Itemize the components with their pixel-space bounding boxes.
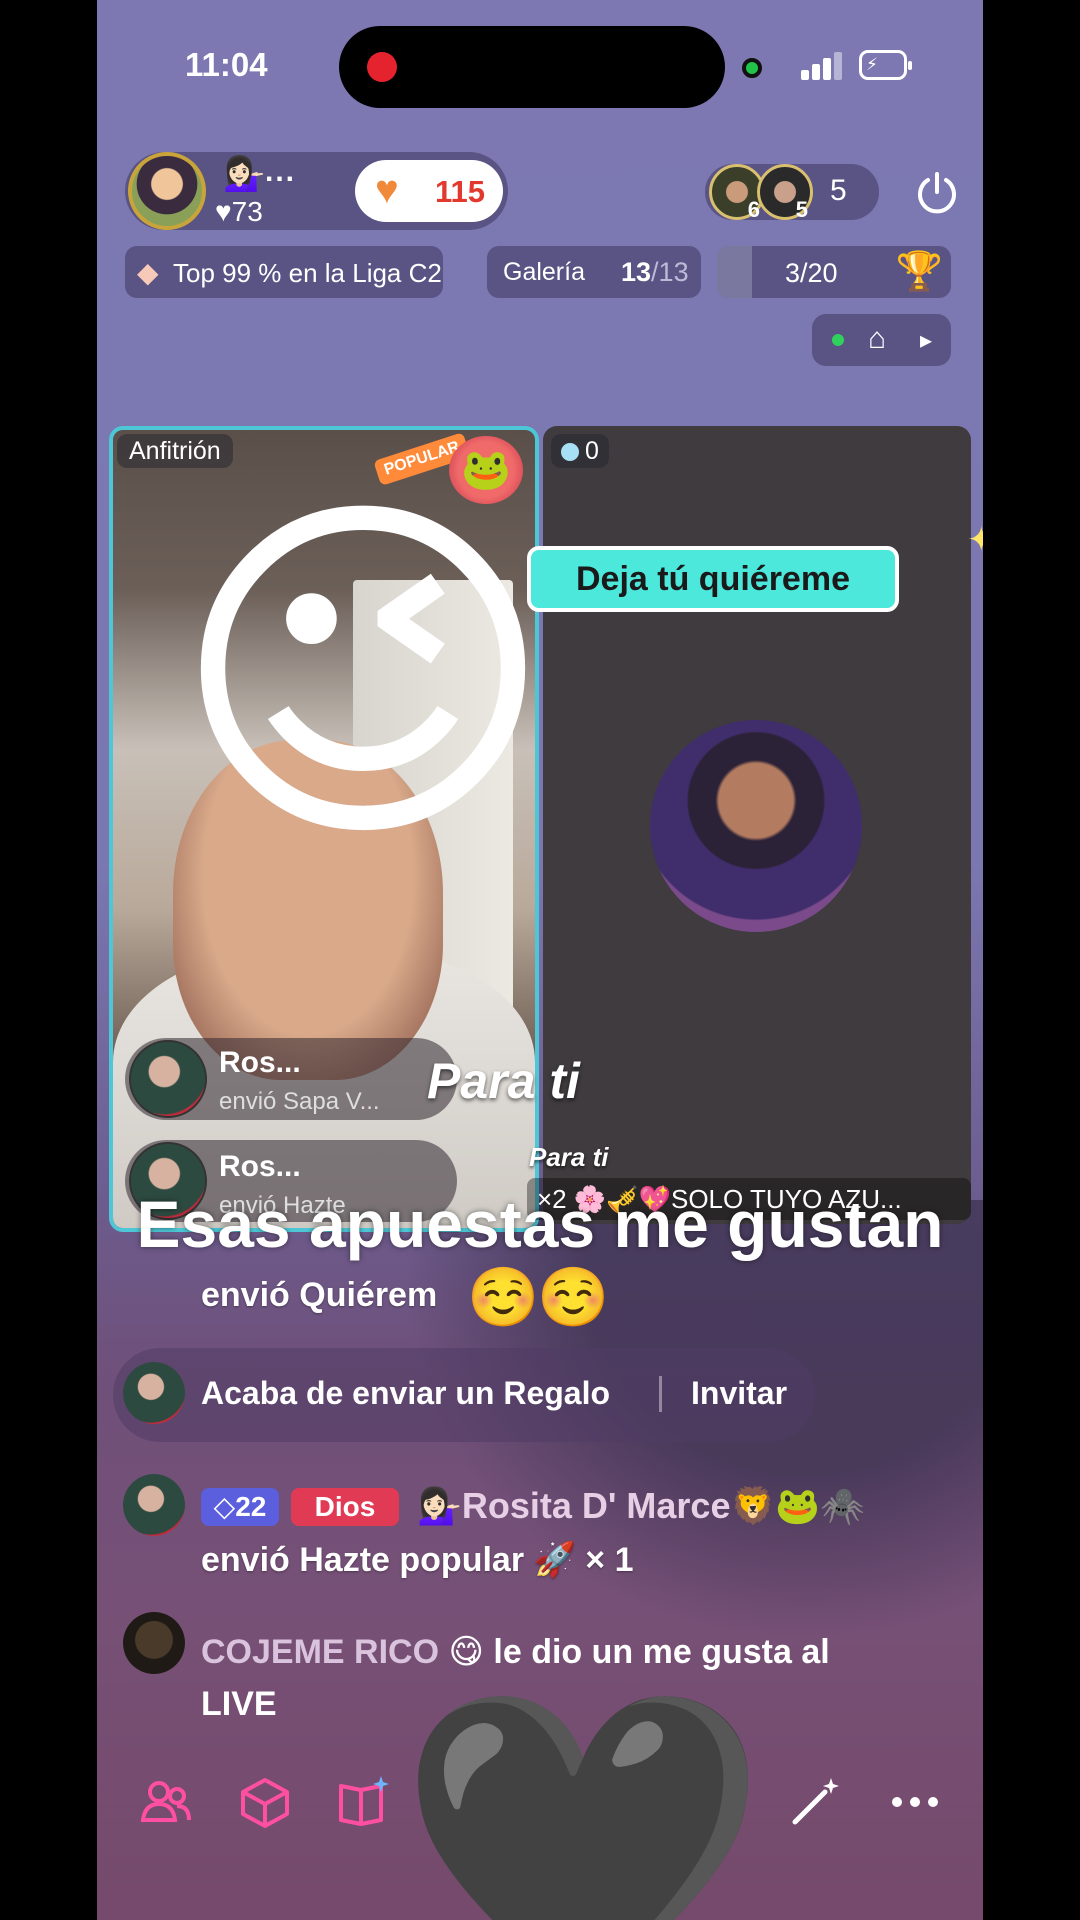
invite-avatar[interactable] xyxy=(123,1362,185,1424)
smiling-emoji-icon: ☺️ xyxy=(467,1265,540,1330)
trophy-icon: 🏆 xyxy=(895,251,943,293)
gallery-count: 13/13 xyxy=(621,257,689,287)
fan-badge: Dios xyxy=(291,1488,399,1526)
host-avatar[interactable] xyxy=(128,152,206,230)
gift-sender-avatar[interactable] xyxy=(129,1040,207,1118)
gallery-label: Galería xyxy=(503,258,585,286)
recording-dot-icon xyxy=(367,52,397,82)
host-label: Anfitrión xyxy=(117,434,233,468)
online-dot-icon xyxy=(832,334,844,346)
like-button[interactable]: ♥ 115 xyxy=(355,160,503,222)
para-ti-label: Para ti xyxy=(427,1053,580,1109)
play-arrow-icon: ▸ xyxy=(920,327,933,354)
gallery-pill[interactable]: Galería 13/13 xyxy=(487,246,701,298)
host-emoji-icon: 💁🏻‍♀️ xyxy=(223,155,266,193)
gift-description: envió Sapa V... xyxy=(219,1088,380,1115)
viewer-avatar[interactable]: 5 xyxy=(757,164,813,222)
chat-avatar[interactable] xyxy=(123,1474,185,1536)
gift-sender-name: Ros... xyxy=(219,1150,301,1183)
chat-username[interactable]: 💁🏻‍♀️Rosita D' Marce🦁🐸🕷️ xyxy=(417,1485,865,1527)
more-icon[interactable] xyxy=(887,1774,943,1830)
home-icon: ⌂ xyxy=(868,322,887,355)
chat-avatar[interactable] xyxy=(123,1612,185,1674)
video-caption: Esas apuestas me gustan xyxy=(136,1187,944,1261)
camera-indicator-icon xyxy=(742,58,762,78)
invite-divider xyxy=(659,1376,662,1412)
magic-wand-icon[interactable] xyxy=(787,1774,843,1830)
gift-sender-name: Ros... xyxy=(219,1046,301,1079)
wink-emoji-sticker-icon: 😉 xyxy=(170,469,556,882)
viewer-count: 5 xyxy=(830,174,847,207)
chat-message: envió Hazte popular 🚀 × 1 xyxy=(201,1541,634,1579)
room-control-pill[interactable]: ⌂ ▸ xyxy=(812,314,951,366)
battery-icon: ⚡ xyxy=(859,50,912,80)
invite-text: Acaba de enviar un Regalo xyxy=(201,1375,611,1411)
smiling-emoji-icon: ☺️ xyxy=(537,1265,610,1330)
cellular-signal-icon xyxy=(801,50,842,80)
viewer-rank-badge: 5 xyxy=(795,197,808,222)
live-stream-screen: 11:04 ⚡ 💁🏻‍♀️ ... ♥73 ♥ 115 6 5 5 ◆ Top … xyxy=(97,0,983,1920)
cube-icon[interactable] xyxy=(237,1774,293,1830)
battery-charging-glyph: ⚡ xyxy=(866,55,878,74)
invite-button[interactable]: Invitar xyxy=(691,1375,787,1412)
like-count: 115 xyxy=(435,174,486,209)
diamond-icon: ◆ xyxy=(137,257,159,288)
sparkle-icon: ✦ xyxy=(967,521,983,559)
chat-username[interactable]: COJEME RICO xyxy=(201,1633,439,1671)
heart-icon: ♥ xyxy=(375,168,399,212)
score-gem-icon xyxy=(561,443,579,462)
chat-gift-line: envió Quiérem xyxy=(201,1276,438,1314)
goal-progress-pill[interactable]: 3/20 🏆 xyxy=(717,246,951,298)
host-name: ... xyxy=(265,155,297,188)
goal-progress-fill xyxy=(717,246,753,298)
guest-avatar[interactable] xyxy=(650,720,862,932)
black-heart-sticker-icon: 🖤 xyxy=(396,1678,770,1920)
para-ti-small-label: Para ti xyxy=(529,1142,609,1172)
goal-progress-text: 3/20 xyxy=(785,258,838,288)
league-text: Top 99 % en la Liga C2 xyxy=(173,258,442,288)
people-icon[interactable] xyxy=(137,1774,193,1830)
guest-score: 0 xyxy=(551,434,609,468)
power-close-icon[interactable] xyxy=(914,170,960,216)
song-banner[interactable]: Deja tú quiéreme xyxy=(527,546,899,612)
book-sparkle-icon[interactable] xyxy=(335,1774,391,1830)
host-likes: ♥73 xyxy=(215,196,263,227)
level-badge: ◇22 xyxy=(201,1488,279,1526)
yum-emoji-icon: 😋 xyxy=(448,1633,484,1671)
status-time: 11:04 xyxy=(185,46,268,83)
league-rank-pill[interactable]: ◆ Top 99 % en la Liga C2 xyxy=(125,246,443,298)
